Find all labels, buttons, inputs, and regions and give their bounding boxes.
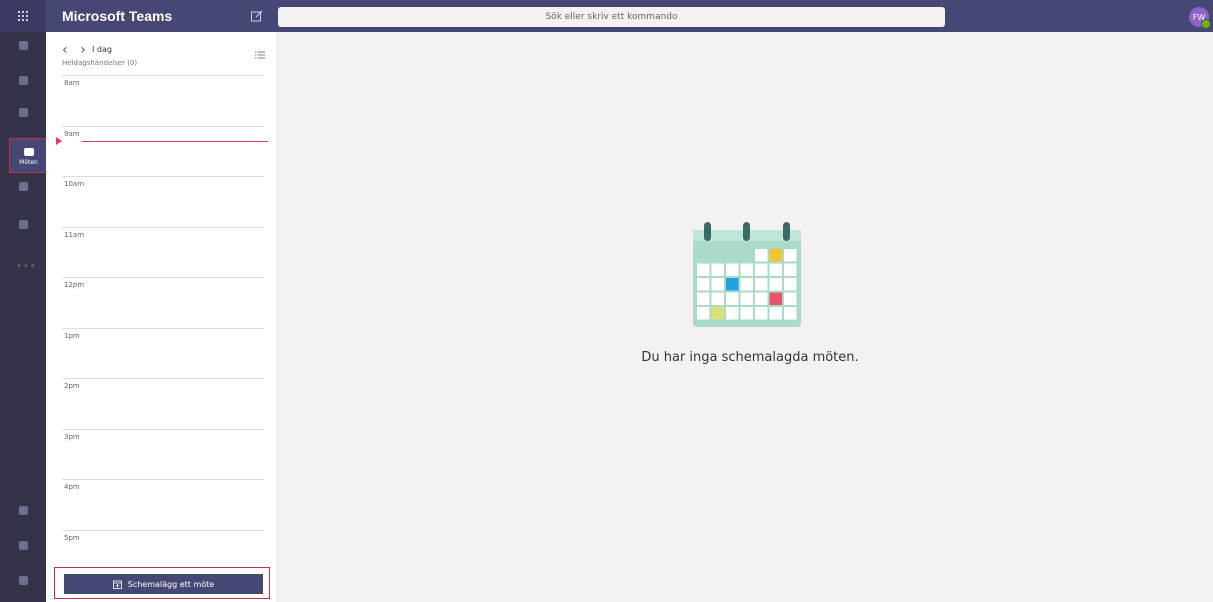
time-slot-label: 11am <box>64 230 85 239</box>
compose-new-chat-icon <box>251 10 263 22</box>
time-slot-label: 5pm <box>64 533 80 542</box>
hour-divider <box>62 226 264 228</box>
schedule-meeting-button[interactable]: Schemalägg ett möte <box>64 574 263 594</box>
today-button[interactable]: I dag <box>92 45 112 54</box>
calendar-add-icon <box>112 580 122 589</box>
waffle-menu-button[interactable] <box>0 0 46 32</box>
time-slot-label: 4pm <box>64 483 80 491</box>
rail-item-meetings[interactable]: Möten <box>9 138 48 173</box>
empty-state-message: Du har inga schemalagda möten. <box>641 350 859 365</box>
day-navigation: ‹ › <box>62 42 86 58</box>
list-view-icon[interactable] <box>255 44 265 59</box>
time-slot-label: 3pm <box>64 432 80 441</box>
time-slot-label: 8am <box>64 79 80 87</box>
time-slot-label: 9am <box>64 129 80 138</box>
calendar-illustration-icon <box>693 220 803 334</box>
calendar-icon <box>23 148 34 156</box>
rail-item-chat[interactable] <box>8 72 38 102</box>
rail-item-activity[interactable] <box>8 37 38 67</box>
search-input[interactable]: Sök eller skriv ett kommando <box>278 7 945 27</box>
time-slot-label: 1pm <box>64 331 80 340</box>
top-bar: Microsoft Teams Sök eller skriv ett komm… <box>0 0 1213 32</box>
rail-item-help[interactable] <box>8 537 38 567</box>
calls-icon <box>18 182 28 191</box>
rail-item-label: Möten <box>19 159 38 166</box>
rail-item-files[interactable] <box>8 216 38 246</box>
calendar-day-panel: ‹ › I dag Heldagshändelser (0) 8am 9am 10a… <box>46 32 276 602</box>
more-apps-icon[interactable]: ••• <box>16 261 37 272</box>
hour-divider <box>62 176 264 177</box>
chat-icon <box>18 76 28 85</box>
hour-divider <box>62 75 264 76</box>
teams-icon <box>18 108 28 117</box>
rail-item-teams[interactable] <box>8 104 38 134</box>
files-icon <box>18 220 28 229</box>
rail-item-calls[interactable] <box>8 178 38 208</box>
compose-button[interactable] <box>250 8 264 22</box>
time-slot-label: 10am <box>64 180 85 188</box>
rail-item-apps[interactable] <box>8 502 38 532</box>
time-slot-label: 12pm <box>64 281 85 289</box>
hour-divider <box>62 378 264 379</box>
app-rail: Möten ••• <box>0 32 48 602</box>
current-time-line <box>82 141 268 142</box>
hour-divider <box>62 327 264 329</box>
chevron-left-icon[interactable]: ‹ <box>62 42 68 58</box>
apps-icon <box>18 506 28 515</box>
chevron-right-icon[interactable]: › <box>80 42 86 58</box>
app-title: Microsoft Teams <box>62 8 173 24</box>
all-day-events-label: Heldagshändelser (0) <box>62 59 138 67</box>
hour-divider <box>62 479 264 480</box>
presence-available-icon <box>1201 19 1211 29</box>
help-icon <box>18 541 28 550</box>
waffle-grid-icon <box>18 11 28 21</box>
current-time-marker-icon <box>56 137 62 145</box>
time-slot-label: 2pm <box>64 382 80 390</box>
hour-divider <box>62 428 264 430</box>
rail-item-feedback[interactable] <box>8 572 38 602</box>
hour-divider <box>62 529 264 531</box>
schedule-meeting-label: Schemalägg ett möte <box>127 579 215 589</box>
hour-divider <box>62 125 264 127</box>
feedback-icon <box>18 576 28 585</box>
activity-icon <box>18 41 28 50</box>
hour-divider <box>62 277 264 278</box>
